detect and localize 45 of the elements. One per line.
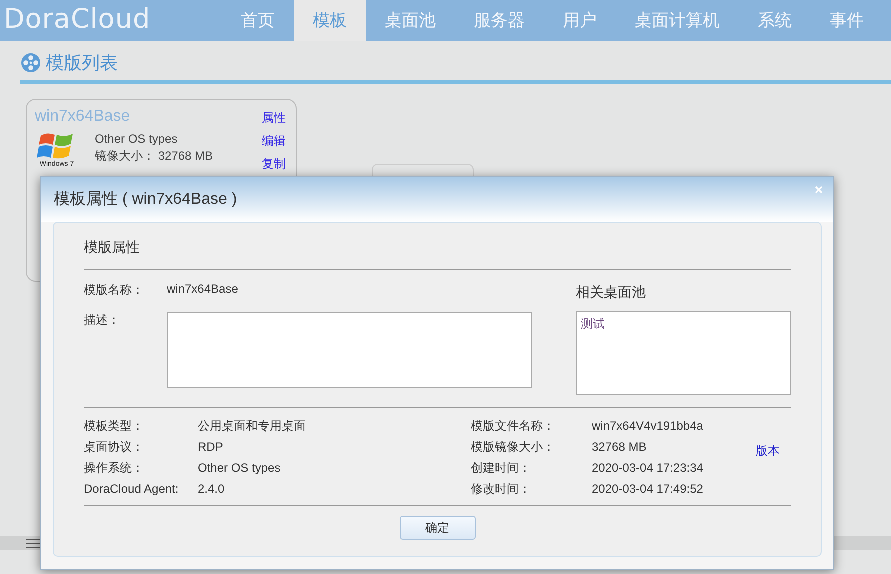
detail-value: 2020-03-04 17:23:34 [592, 461, 704, 475]
nav-tab[interactable]: 用户 [544, 0, 616, 41]
nav-tab[interactable]: 服务器 [455, 0, 544, 41]
detail-label: 模版镜像大小： [471, 438, 556, 456]
detail-value: 32768 MB [592, 440, 647, 454]
field-label: 描述： [84, 312, 121, 329]
description-field[interactable] [167, 312, 532, 388]
detail-label: 操作系统： [84, 460, 145, 476]
nav-tab[interactable]: 首页 [222, 0, 294, 41]
detail-label: 桌面协议： [84, 438, 145, 456]
detail-label: 模版文件名称： [471, 418, 556, 434]
image-size: 镜像大小： 32768 MB [95, 148, 214, 165]
section-title: 模版列表 [46, 52, 118, 75]
list-icon [26, 539, 40, 549]
nav-tab[interactable]: 模板 [294, 0, 366, 41]
card-action-link[interactable]: 编辑 [262, 133, 286, 150]
version-link[interactable]: 版本 [756, 443, 780, 460]
logo: DoraCloud [3, 3, 152, 37]
template-name: win7x64Base [35, 108, 130, 125]
detail-label: 修改时间： [471, 480, 532, 498]
pool-item[interactable]: 测试 [581, 316, 786, 333]
card-action-link[interactable]: 属性 [262, 110, 286, 127]
detail-value: 2020-03-04 17:49:52 [592, 482, 704, 496]
nav-tab[interactable]: 桌面计算机 [616, 0, 739, 41]
detail-value: 2.4.0 [198, 482, 225, 496]
pools-heading: 相关桌面池 [576, 284, 647, 302]
field-label: 模版名称： [84, 282, 145, 299]
close-icon[interactable] [815, 186, 823, 194]
card-action-link[interactable]: 复制 [262, 156, 286, 173]
detail-label: 创建时间： [471, 460, 532, 476]
detail-value: win7x64V4v191bb4a [592, 419, 704, 433]
dialog-title: 模板属性 ( win7x64Base ) [54, 190, 238, 210]
nav-tab[interactable]: 桌面池 [366, 0, 455, 41]
panel-heading: 模版属性 [84, 239, 141, 257]
detail-label: DoraCloud Agent: [84, 482, 180, 496]
nav-tab[interactable]: 事件 [811, 0, 883, 41]
film-reel-icon [21, 53, 41, 73]
detail-value: Other OS types [198, 461, 281, 475]
detail-value: 公用桌面和专用桌面 [198, 418, 306, 434]
detail-value: RDP [198, 440, 224, 454]
detail-label: 模板类型： [84, 418, 145, 434]
nav-tab[interactable]: 系统 [739, 0, 811, 41]
os-type: Other OS types [95, 132, 179, 146]
field-value: win7x64Base [167, 282, 238, 298]
ok-button[interactable]: 确定 [400, 516, 476, 540]
